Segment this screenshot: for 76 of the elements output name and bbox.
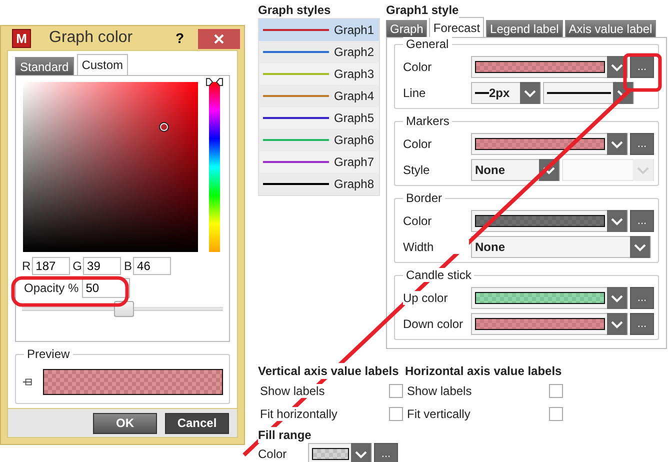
graph-style-item[interactable]: Graph6 [259, 129, 379, 151]
preview-label: Preview [24, 347, 73, 362]
chevron-icon [630, 236, 650, 258]
opacity-label: Opacity % [24, 281, 79, 296]
channel-input[interactable]: 187 [32, 257, 70, 276]
cancel-button[interactable]: Cancel [165, 412, 229, 434]
line-style-dropdown[interactable] [543, 82, 634, 104]
graph-style-item[interactable]: Graph3 [259, 63, 379, 85]
close-icon [213, 33, 225, 45]
field-label: Width [403, 240, 469, 254]
color-dropdown[interactable] [471, 133, 628, 155]
group-title: Markers [403, 114, 452, 128]
graph-style-item[interactable]: Graph7 [259, 151, 379, 173]
color-dropdown[interactable] [471, 56, 628, 78]
line-width-value: 2px [475, 86, 510, 100]
dialog-tab[interactable]: Standard [15, 57, 74, 76]
dialog-tab[interactable]: Custom [76, 54, 128, 76]
section-title: Graph1 style [386, 2, 459, 18]
color-dropdown[interactable] [308, 443, 372, 462]
ok-button[interactable]: OK [93, 412, 157, 434]
chevron-icon [607, 133, 627, 155]
width-dropdown[interactable]: None [471, 236, 651, 258]
section-title: Graph styles [258, 2, 331, 18]
graph-style-item[interactable]: Graph1 [259, 19, 379, 41]
checkbox[interactable] [549, 384, 563, 398]
color-dropdown[interactable] [471, 210, 628, 232]
line-style-sample [547, 92, 611, 94]
chevron-icon [607, 210, 627, 232]
group-title: General [403, 37, 452, 51]
checkbox[interactable] [389, 406, 403, 420]
channel-label: R [22, 259, 31, 274]
graph-style-item[interactable]: Graph4 [259, 85, 379, 107]
chevron-icon [520, 82, 540, 104]
style-tab[interactable]: Forecast [429, 17, 484, 37]
color-picker-handle[interactable] [158, 122, 169, 132]
option-label: Show labels [260, 384, 325, 398]
more-button[interactable]: ... [630, 56, 654, 78]
group-title: Candle stick [403, 268, 474, 282]
line-width-dropdown[interactable]: 2px [471, 82, 541, 104]
more-button[interactable]: ... [374, 443, 398, 462]
more-button[interactable]: ... [630, 210, 654, 232]
section-title: Vertical axis value labels [258, 363, 399, 379]
checkbox[interactable] [389, 384, 403, 398]
app-logo: M [12, 28, 31, 48]
marker-style-dropdown[interactable]: None [471, 159, 560, 181]
option-label: Fit horizontally [260, 406, 338, 420]
help-button[interactable]: ? [171, 30, 188, 46]
chevron-icon [633, 159, 653, 181]
option-label: Show labels [407, 384, 472, 398]
color-dropdown[interactable] [471, 287, 628, 309]
graph-style-item[interactable]: Graph8 [259, 173, 379, 195]
style-tab[interactable]: Axis value label [564, 20, 656, 37]
pin-icon [22, 377, 34, 388]
color-field[interactable] [23, 82, 198, 252]
graph-style-item[interactable]: Graph2 [259, 41, 379, 63]
color-dropdown[interactable] [471, 313, 628, 335]
chevron-icon [607, 313, 627, 335]
highlight-ring [623, 53, 662, 92]
more-button[interactable]: ... [630, 287, 654, 309]
close-button[interactable] [198, 29, 240, 49]
channel-input[interactable]: 46 [133, 257, 172, 276]
style-tab[interactable]: Graph [386, 20, 428, 37]
channel-input[interactable]: 39 [83, 257, 122, 276]
hue-handle-icon[interactable] [206, 78, 223, 86]
channel-label: B [124, 259, 132, 274]
window-title: Graph color [49, 29, 134, 48]
more-button[interactable]: ... [630, 133, 654, 155]
style-tab[interactable]: Legend label [486, 20, 563, 37]
section-title: Fill range [258, 427, 312, 443]
checkbox[interactable] [549, 406, 563, 420]
option-label: Fit vertically [407, 406, 470, 420]
chevron-icon [607, 287, 627, 309]
graph-style-item[interactable]: Graph5 [259, 107, 379, 129]
channel-label: G [72, 259, 82, 274]
more-button[interactable]: ... [630, 313, 654, 335]
group-title: Border [403, 191, 446, 205]
